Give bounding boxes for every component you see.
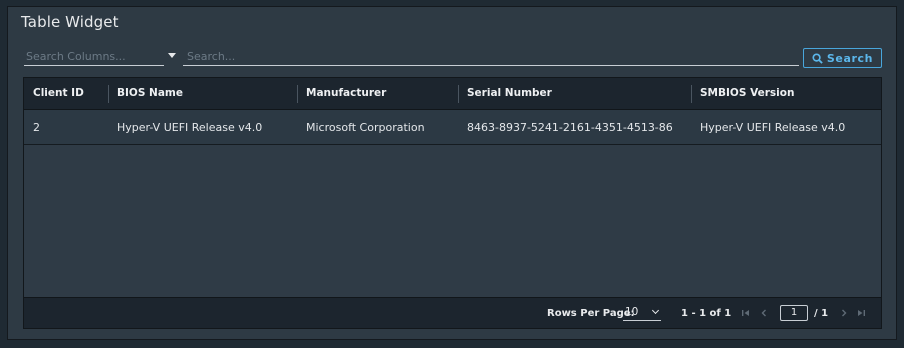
- page-number-input[interactable]: 1: [780, 305, 808, 321]
- table-row[interactable]: 2 Hyper-V UEFI Release v4.0 Microsoft Co…: [24, 110, 881, 145]
- table-header: Client ID BIOS Name Manufacturer Serial …: [24, 78, 881, 110]
- last-page-icon[interactable]: [855, 308, 867, 320]
- column-header-client-id[interactable]: Client ID: [24, 78, 84, 110]
- chevron-down-icon: [651, 306, 660, 315]
- first-page-icon[interactable]: [740, 308, 752, 320]
- data-table: Client ID BIOS Name Manufacturer Serial …: [23, 77, 882, 329]
- pagination-bar: Rows Per Page: 10 1 - 1 of 1 1 / 1: [24, 297, 881, 328]
- cell-manufacturer: Microsoft Corporation: [306, 121, 425, 134]
- widget-title: Table Widget: [21, 13, 119, 31]
- page-total: / 1: [814, 308, 829, 319]
- table-widget: Table Widget Search Client ID BIOS Name …: [7, 6, 897, 340]
- cell-client-id: 2: [33, 121, 40, 134]
- search-icon: [812, 52, 823, 64]
- search-input[interactable]: [183, 47, 799, 66]
- column-header-serial-number[interactable]: Serial Number: [458, 78, 552, 110]
- search-button-label: Search: [826, 51, 874, 65]
- rows-per-page-value: 10: [625, 306, 639, 318]
- cell-bios-name: Hyper-V UEFI Release v4.0: [117, 121, 263, 134]
- search-button[interactable]: Search: [803, 48, 882, 68]
- page-range: 1 - 1 of 1: [681, 308, 732, 319]
- next-page-icon[interactable]: [838, 308, 850, 320]
- column-header-manufacturer[interactable]: Manufacturer: [297, 78, 386, 110]
- rows-per-page-select[interactable]: 10: [623, 305, 661, 321]
- search-bar: Search: [8, 47, 898, 73]
- cell-smbios-version: Hyper-V UEFI Release v4.0: [700, 121, 846, 134]
- rows-per-page-label: Rows Per Page:: [547, 308, 635, 319]
- cell-serial-number: 8463-8937-5241-2161-4351-4513-86: [467, 121, 673, 134]
- caret-down-icon[interactable]: [168, 53, 176, 58]
- prev-page-icon[interactable]: [758, 308, 770, 320]
- column-search-input[interactable]: [24, 47, 164, 66]
- column-header-smbios-version[interactable]: SMBIOS Version: [691, 78, 794, 110]
- column-header-bios-name[interactable]: BIOS Name: [108, 78, 183, 110]
